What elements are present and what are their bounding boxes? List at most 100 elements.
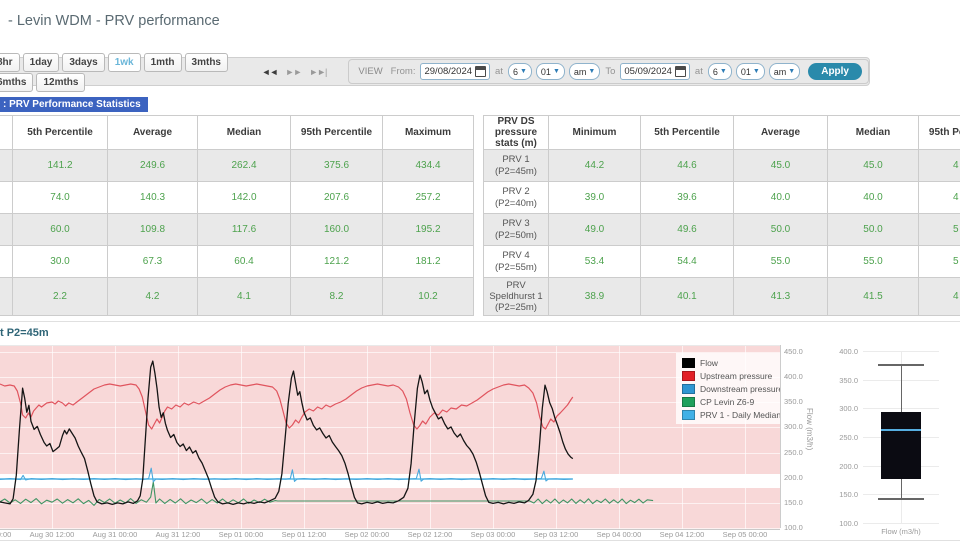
from-hour-select[interactable]: 6 ▼ <box>507 63 532 80</box>
from-date-input[interactable]: 29/08/2024 <box>420 63 491 80</box>
stat-value: 4.1 <box>197 277 291 316</box>
stat-value: 4 <box>918 181 960 214</box>
stats-section-header: : PRV Performance Statistics <box>0 97 148 112</box>
row-label: PRV 1 (P2=45m) <box>483 149 549 182</box>
flow-axis-tick: 400.0 <box>784 372 803 382</box>
chevron-down-icon: ▼ <box>788 68 796 75</box>
stat-value: 44.6 <box>640 149 734 182</box>
to-hour-select[interactable]: 6 ▼ <box>707 63 732 80</box>
stat-value: 117.6 <box>197 213 291 246</box>
stat-value: 49.6 <box>640 213 734 246</box>
flow-axis-tick: 450.0 <box>784 347 803 356</box>
time-axis-tick-label: Sep 03 12:00 <box>533 530 579 539</box>
legend-item[interactable]: Downstream pressure <box>682 382 780 395</box>
stat-value: 30.0 <box>12 245 108 278</box>
time-axis-tick-label: Aug 30 00:00 <box>0 530 12 539</box>
calendar-icon[interactable] <box>475 66 487 77</box>
from-minute-select[interactable]: 01 ▼ <box>535 63 565 80</box>
boxplot-axis-tick: 300.0 <box>839 404 858 414</box>
boxplot-axis-tick: 150.0 <box>839 490 858 500</box>
legend-item[interactable]: Flow <box>682 356 780 369</box>
gridline <box>863 522 939 524</box>
stat-value: 74.0 <box>12 181 108 214</box>
stat-value: 54.4 <box>640 245 734 278</box>
range-button-3days[interactable]: 3days <box>62 52 105 72</box>
stat-value: 60.4 <box>197 245 291 278</box>
row-label: PRV 3 (P2=50m) <box>483 213 549 246</box>
stat-value: 45.0 <box>733 149 828 182</box>
step-back-icon[interactable]: ◄◄ <box>262 67 279 77</box>
chevron-down-icon: ▼ <box>552 68 560 75</box>
legend-swatch-icon <box>682 383 695 394</box>
time-axis-tick-label: Sep 04 00:00 <box>596 530 642 539</box>
row-label: PRV 4 (P2=55m) <box>483 245 549 278</box>
table-row: PRV 2 (P2=40m) 39.0 39.6 40.0 40.0 4 <box>483 181 960 214</box>
bottom-divider <box>0 540 960 541</box>
range-button-12mths[interactable]: 12mths <box>36 72 86 92</box>
chevron-down-icon: ▼ <box>519 68 527 75</box>
column-header: Maximum <box>382 115 474 150</box>
column-header: Median <box>197 115 291 150</box>
stat-value: 38.9 <box>548 277 641 316</box>
column-header: Average <box>733 115 828 150</box>
to-date-input[interactable]: 05/09/2024 <box>620 63 690 80</box>
table-row: 30.0 67.3 60.4 121.2 181.2 <box>0 245 474 278</box>
column-header: 95th Percentile <box>918 115 960 150</box>
stat-value: 5 <box>918 245 960 278</box>
view-range-group: VIEW From: 29/08/2024 at 6 ▼ 01 ▼ am ▼ To 0… <box>348 59 869 84</box>
range-button-8hr[interactable]: 8hr <box>0 52 20 72</box>
at-label: at <box>694 66 703 77</box>
range-button-1mth[interactable]: 1mth <box>143 52 182 72</box>
range-button-1wk[interactable]: 1wk <box>107 52 141 72</box>
time-axis-tick-label: Aug 31 00:00 <box>92 530 138 539</box>
range-button-3mths[interactable]: 3mths <box>184 52 228 72</box>
chevron-down-icon: ▼ <box>752 68 760 75</box>
section-divider <box>0 321 960 322</box>
chevron-down-icon: ▼ <box>588 68 596 75</box>
chart-legend: Flow Upstream pressure Downstream pressure… <box>676 353 780 424</box>
time-axis-tick-label: Aug 30 12:00 <box>29 530 75 539</box>
flow-boxplot-chart: 400.0 350.0 300.0 250.0 200.0 150.0 100.0 Flow … <box>832 347 942 538</box>
apply-button[interactable]: Apply <box>808 63 862 80</box>
stat-value: 434.4 <box>382 149 474 182</box>
stat-value: 109.8 <box>107 213 198 246</box>
calendar-icon[interactable] <box>674 66 686 77</box>
step-forward-icon[interactable]: ►► <box>285 67 302 77</box>
flow-axis-tick: 350.0 <box>784 397 803 407</box>
stat-value: 39.6 <box>640 181 734 214</box>
stat-value: 4.2 <box>107 277 198 316</box>
stat-value: 5 <box>918 213 960 246</box>
from-label: From: <box>390 66 416 77</box>
to-ampm-select[interactable]: am ▼ <box>768 63 801 80</box>
stat-value: 2.2 <box>12 277 108 316</box>
boxplot-axis-tick: 100.0 <box>839 518 858 528</box>
timeseries-chart[interactable]: Flow Upstream pressure Downstream pressure… <box>0 345 780 530</box>
stat-value: 8.2 <box>290 277 383 316</box>
view-label: VIEW <box>358 66 383 77</box>
legend-item[interactable]: Upstream pressure <box>682 369 780 382</box>
stat-value: 141.2 <box>12 149 108 182</box>
toolbar: 8hr1day3days1wk1mth3mths 6mths12mths ◄◄ ►… <box>0 52 870 92</box>
stat-value: 121.2 <box>290 245 383 278</box>
column-header: Minimum <box>548 115 641 150</box>
time-axis-tick-label: Sep 05 00:00 <box>722 530 768 539</box>
to-minute-select[interactable]: 01 ▼ <box>735 63 765 80</box>
from-ampm-select[interactable]: am ▼ <box>568 63 601 80</box>
skip-to-end-icon[interactable]: ►►| <box>309 67 327 77</box>
table-row: PRV Speldhurst 1 (P2=25m) 38.9 40.1 41.3 41.… <box>483 277 960 316</box>
legend-item[interactable]: PRV 1 - Daily Median P2 <box>682 408 780 421</box>
legend-label: Downstream pressure <box>700 383 780 394</box>
stat-value: 41.5 <box>827 277 919 316</box>
flow-axis-label: Flow (m3/h) <box>805 408 814 451</box>
range-button-6mths[interactable]: 6mths <box>0 72 34 92</box>
table-row: PRV 4 (P2=55m) 53.4 54.4 55.0 55.0 5 <box>483 245 960 278</box>
stat-value: 50.0 <box>827 213 919 246</box>
legend-label: Upstream pressure <box>700 370 773 381</box>
row-label <box>0 213 13 246</box>
range-button-1day[interactable]: 1day <box>22 52 60 72</box>
time-axis-tick-label: Sep 02 00:00 <box>344 530 390 539</box>
stat-value: 4 <box>918 277 960 316</box>
time-axis-tick-label: Sep 01 00:00 <box>218 530 264 539</box>
legend-item[interactable]: CP Levin Z6-9 <box>682 395 780 408</box>
column-header <box>0 115 13 150</box>
